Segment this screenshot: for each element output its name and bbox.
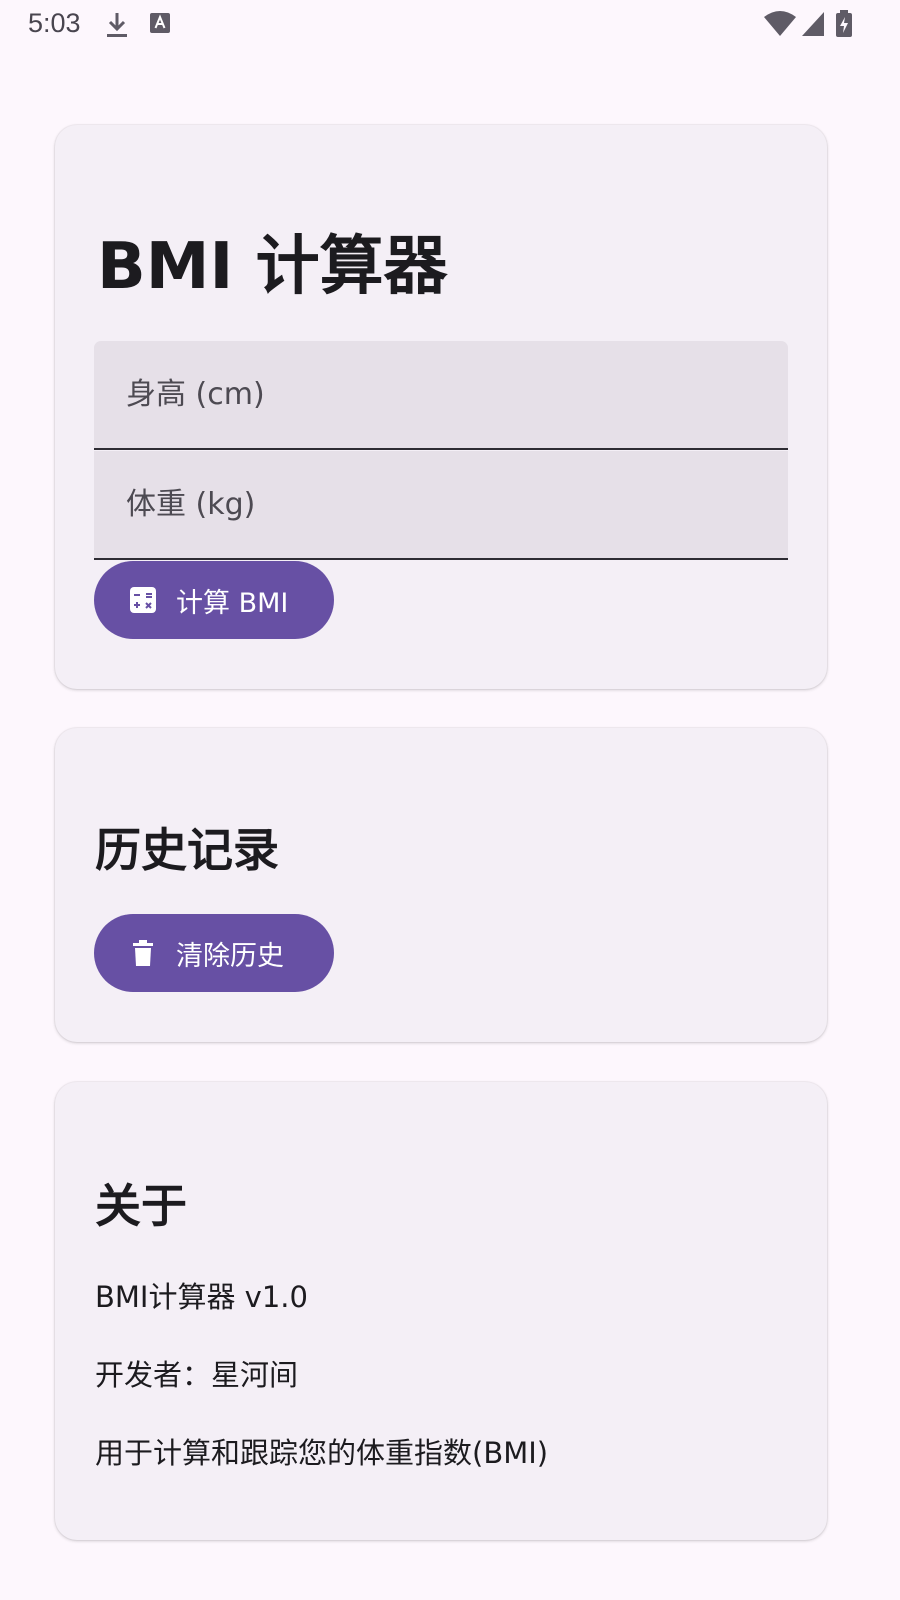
about-card: 关于 BMI计算器 v1.0 开发者：星河间 用于计算和跟踪您的体重指数(BMI… (55, 1082, 827, 1540)
calculate-bmi-label: 计算 BMI (176, 587, 289, 619)
clear-history-label: 清除历史 (176, 940, 284, 972)
download-icon (104, 10, 130, 44)
page-title: BMI 计算器 (97, 230, 448, 304)
calculator-icon (128, 585, 158, 615)
history-title: 历史记录 (95, 823, 279, 877)
clear-history-button[interactable]: 清除历史 (94, 914, 334, 992)
wifi-icon (762, 9, 798, 43)
calculator-card: BMI 计算器 计算 BMI (55, 125, 827, 689)
weight-input[interactable] (94, 451, 788, 558)
history-card: 历史记录 清除历史 (55, 728, 827, 1042)
about-title: 关于 (95, 1179, 187, 1233)
weight-field-container (94, 451, 788, 560)
height-input[interactable] (94, 341, 788, 448)
status-bar: 5:03 (0, 0, 900, 50)
about-version: BMI计算器 v1.0 (95, 1280, 308, 1314)
cell-signal-icon (800, 9, 826, 43)
about-developer: 开发者：星河间 (95, 1358, 299, 1392)
status-time: 5:03 (28, 8, 81, 38)
about-description: 用于计算和跟踪您的体重指数(BMI) (95, 1436, 549, 1470)
font-a-icon (148, 10, 172, 40)
trash-icon (128, 938, 158, 968)
battery-charging-icon (834, 9, 854, 43)
calculate-bmi-button[interactable]: 计算 BMI (94, 561, 334, 639)
height-field-container (94, 341, 788, 450)
